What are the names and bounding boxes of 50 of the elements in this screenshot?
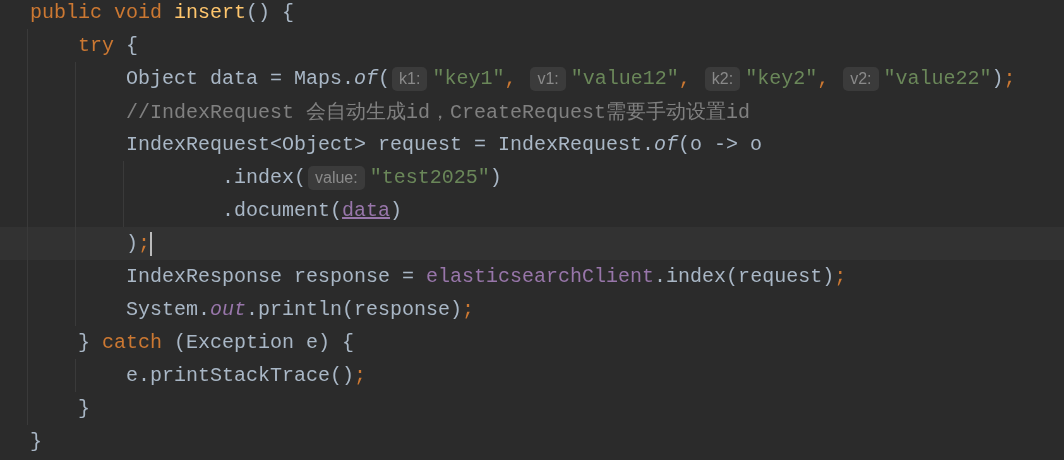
variable-reference: data bbox=[342, 199, 391, 222]
code-text: (Exception e) { bbox=[174, 331, 355, 354]
code-comment: //IndexRequest 会自动生成id，CreateRequest需要手动设置id bbox=[126, 100, 751, 125]
field-name: elasticsearchClient bbox=[426, 265, 655, 288]
code-text: ) bbox=[126, 232, 138, 255]
method-name: insert bbox=[174, 1, 247, 24]
code-text: ( bbox=[378, 67, 391, 90]
punctuation: ; bbox=[354, 364, 367, 387]
code-text: } bbox=[30, 430, 42, 453]
code-text: () { bbox=[246, 1, 295, 24]
keyword: public void bbox=[30, 1, 164, 24]
code-text: (o -> o bbox=[678, 133, 763, 156]
punctuation: ; bbox=[462, 298, 475, 321]
code-text: { bbox=[126, 34, 139, 57]
code-text: Object data = Maps. bbox=[126, 67, 355, 90]
parameter-hint: k2: bbox=[704, 66, 741, 91]
string-literal: "key1" bbox=[432, 67, 505, 90]
parameter-hint: value: bbox=[308, 165, 365, 190]
keyword: catch bbox=[102, 331, 164, 354]
code-text: ) bbox=[390, 199, 403, 222]
code-text: } bbox=[78, 331, 91, 354]
code-text: .println(response) bbox=[246, 298, 463, 321]
code-text: System. bbox=[126, 298, 210, 321]
punctuation: ; bbox=[138, 232, 151, 255]
static-method: of bbox=[654, 133, 679, 156]
punctuation: , bbox=[504, 67, 518, 90]
punctuation: , bbox=[678, 67, 692, 90]
code-text: ) bbox=[991, 67, 1004, 90]
code-text: } bbox=[78, 397, 90, 420]
parameter-hint: v1: bbox=[530, 66, 566, 91]
punctuation: ; bbox=[834, 265, 847, 288]
code-text: e.printStackTrace() bbox=[126, 364, 355, 387]
code-text: .index(request) bbox=[654, 265, 835, 288]
punctuation: , bbox=[817, 67, 831, 90]
punctuation: ; bbox=[1003, 67, 1016, 90]
string-literal: "value12" bbox=[570, 67, 679, 90]
code-text: IndexRequest<Object> request = IndexRequest. bbox=[126, 133, 655, 156]
string-literal: "test2025" bbox=[369, 166, 490, 189]
static-field: out bbox=[210, 298, 247, 321]
text-caret bbox=[150, 231, 153, 256]
string-literal: "value22" bbox=[883, 67, 992, 90]
code-text: .document( bbox=[222, 199, 343, 222]
keyword: try bbox=[78, 34, 115, 57]
code-text: .index( bbox=[222, 166, 306, 189]
code-text: IndexResponse response = bbox=[126, 265, 416, 288]
parameter-hint: k1: bbox=[392, 66, 428, 91]
code-text: ) bbox=[489, 166, 502, 189]
static-method: of bbox=[354, 67, 379, 90]
parameter-hint: v2: bbox=[843, 66, 879, 91]
string-literal: "key2" bbox=[745, 67, 818, 90]
